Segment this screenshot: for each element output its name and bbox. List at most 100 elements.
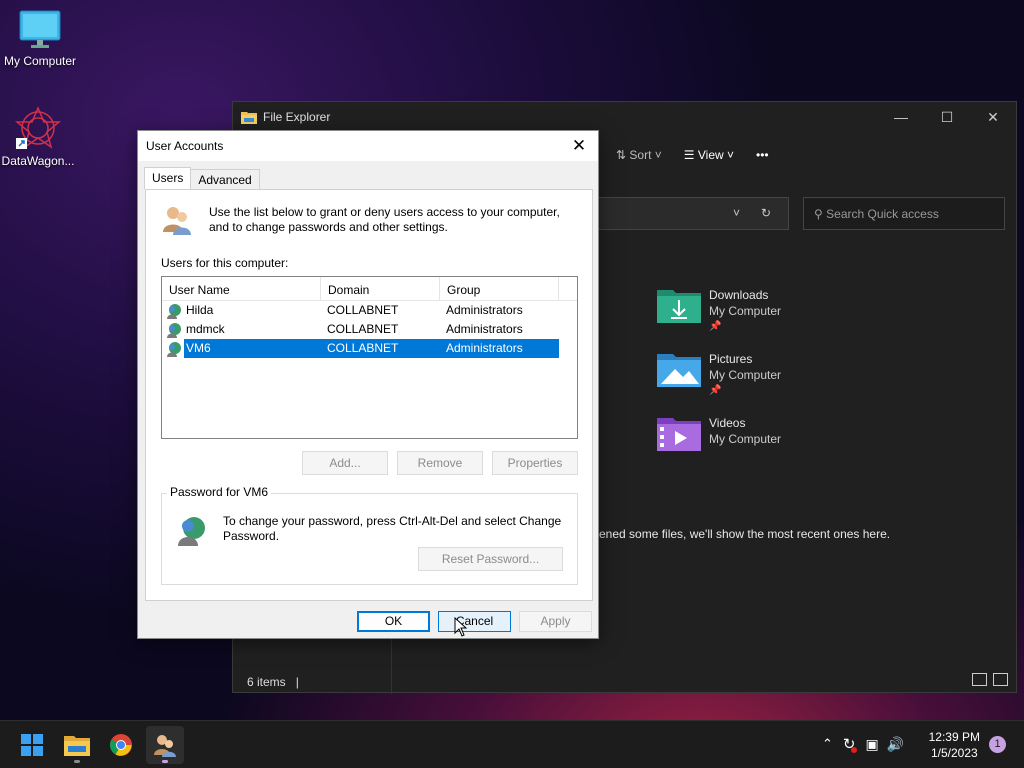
user-group: Administrators [446, 322, 523, 336]
password-group-label: Password for VM6 [167, 485, 272, 499]
user-name: Hilda [186, 303, 214, 317]
chevron-down-icon[interactable]: ˅ [733, 206, 740, 220]
folder-name: Pictures [709, 352, 753, 366]
datawagon-logo-icon [14, 106, 62, 149]
reset-password-button[interactable]: Reset Password... [418, 547, 563, 571]
more-options-button[interactable]: ••• [756, 148, 769, 162]
user-name: mdmck [186, 322, 225, 336]
table-row[interactable]: Hilda COLLABNET Administrators [162, 301, 577, 320]
folder-name: Downloads [709, 288, 769, 302]
desktop-icon-datawagon[interactable]: DataWagon... [0, 106, 80, 168]
cancel-button[interactable]: Cancel [438, 611, 511, 632]
monitor-icon [19, 10, 61, 48]
user-domain: COLLABNET [327, 303, 399, 317]
quick-access-videos[interactable]: Videos My Computer [657, 415, 781, 451]
user-globe-icon [167, 341, 181, 357]
network-icon[interactable]: ▣ [865, 736, 878, 753]
tab-advanced[interactable]: Advanced [190, 169, 260, 189]
volume-icon[interactable]: 🔊 [887, 736, 904, 753]
user-name: VM6 [184, 339, 321, 358]
users-icon [154, 735, 176, 757]
chrome-icon [110, 734, 132, 756]
window-title: File Explorer [263, 110, 331, 124]
taskbar-user-accounts[interactable] [146, 726, 184, 764]
taskbar-file-explorer[interactable] [58, 726, 96, 764]
folder-location: My Computer [709, 304, 782, 318]
desktop-icon-label: My Computer [3, 54, 77, 68]
properties-button[interactable]: Properties [492, 451, 578, 475]
pin-icon: 📌 [709, 385, 722, 396]
view-button[interactable]: ☰ View ˅ [684, 148, 734, 162]
details-view-icon[interactable] [972, 673, 987, 686]
column-header-domain[interactable]: Domain [321, 277, 440, 300]
sort-button[interactable]: ⇅ Sort ˅ [616, 148, 662, 162]
user-group: Administrators [446, 303, 523, 317]
running-indicator [74, 760, 80, 763]
folder-icon [241, 112, 257, 124]
taskbar-chrome[interactable] [102, 726, 140, 764]
ok-button[interactable]: OK [357, 611, 430, 632]
running-indicator [162, 760, 168, 763]
start-button[interactable] [13, 726, 51, 764]
quick-access-downloads[interactable]: Downloads My Computer 📌 [657, 287, 781, 335]
folder-location: My Computer [709, 368, 782, 382]
add-user-button[interactable]: Add... [302, 451, 388, 475]
view-icon: ☰ [683, 148, 695, 162]
videos-folder-icon [657, 418, 701, 451]
taskbar: ⌃ ↻ ▣ 🔊 12:39 PM 1/5/2023 1 [0, 720, 1024, 768]
column-header-group[interactable]: Group [440, 277, 559, 300]
windows-logo-icon [21, 734, 43, 756]
sort-label: Sort [629, 148, 652, 162]
users-list[interactable]: User Name Domain Group Hilda COLLABNET A… [161, 276, 578, 439]
user-accounts-dialog[interactable]: User Accounts ✕ Users Advanced Use the l… [137, 130, 599, 639]
dialog-title: User Accounts [138, 131, 598, 161]
users-tab-panel: Use the list below to grant or deny user… [145, 189, 593, 601]
folder-location: My Computer [709, 432, 782, 446]
view-label: View [697, 148, 724, 162]
table-row-selected[interactable]: VM6 COLLABNET Administrators [162, 339, 577, 358]
chevron-up-icon[interactable]: ⌃ [822, 736, 833, 752]
clock-time: 12:39 PM [928, 730, 980, 744]
tiles-view-icon[interactable] [993, 673, 1008, 686]
users-icon [163, 207, 191, 235]
close-button[interactable]: ✕ [970, 102, 1016, 132]
column-header-user-name[interactable]: User Name [162, 277, 321, 300]
pin-icon: 📌 [709, 321, 722, 332]
address-bar[interactable]: ˅ ↻ [593, 197, 789, 230]
intro-text: Use the list below to grant or deny user… [209, 205, 560, 234]
notification-badge[interactable]: 1 [989, 736, 1006, 753]
tab-strip: Users Advanced [144, 167, 260, 189]
explorer-toolbar: ⇅ Sort ˅ ☰ View ˅ ••• [593, 144, 769, 166]
tab-users[interactable]: Users [144, 167, 192, 189]
user-globe-icon [167, 303, 181, 319]
maximize-button[interactable]: ☐ [924, 102, 970, 132]
desktop-icon-label: DataWagon... [1, 154, 75, 168]
recent-files-message: ened some files, we'll show the most rec… [599, 527, 891, 541]
remove-user-button[interactable]: Remove [397, 451, 483, 475]
table-row[interactable]: mdmck COLLABNET Administrators [162, 320, 577, 339]
sort-icon: ⇅ [616, 148, 627, 162]
desktop-icon-my-computer[interactable]: My Computer [0, 10, 82, 68]
sync-icon[interactable]: ↻ [843, 735, 858, 753]
user-domain: COLLABNET [321, 339, 440, 358]
close-button[interactable]: ✕ [566, 135, 592, 157]
quick-access-pictures[interactable]: Pictures My Computer 📌 [657, 351, 781, 399]
password-instructions: To change your password, press Ctrl-Alt-… [223, 514, 562, 543]
system-tray: ⌃ ↻ ▣ 🔊 [822, 735, 904, 753]
search-placeholder: Search Quick access [826, 207, 939, 221]
clock[interactable]: 12:39 PM 1/5/2023 [929, 729, 980, 761]
pictures-folder-icon [657, 354, 701, 387]
password-group: Password for VM6 To change your password… [161, 485, 578, 585]
minimize-button[interactable]: — [878, 102, 924, 132]
search-input[interactable]: ⚲ Search Quick access [803, 197, 1005, 230]
status-bar: 6 items | [247, 675, 299, 689]
apply-button[interactable]: Apply [519, 611, 592, 632]
mouse-cursor-icon [454, 617, 468, 637]
refresh-icon[interactable]: ↻ [761, 206, 771, 220]
item-count: 6 items [247, 675, 286, 689]
user-domain: COLLABNET [327, 322, 399, 336]
clock-date: 1/5/2023 [930, 746, 978, 760]
list-header: User Name Domain Group [162, 277, 577, 301]
user-group: Administrators [440, 339, 559, 358]
downloads-folder-icon [657, 290, 701, 323]
